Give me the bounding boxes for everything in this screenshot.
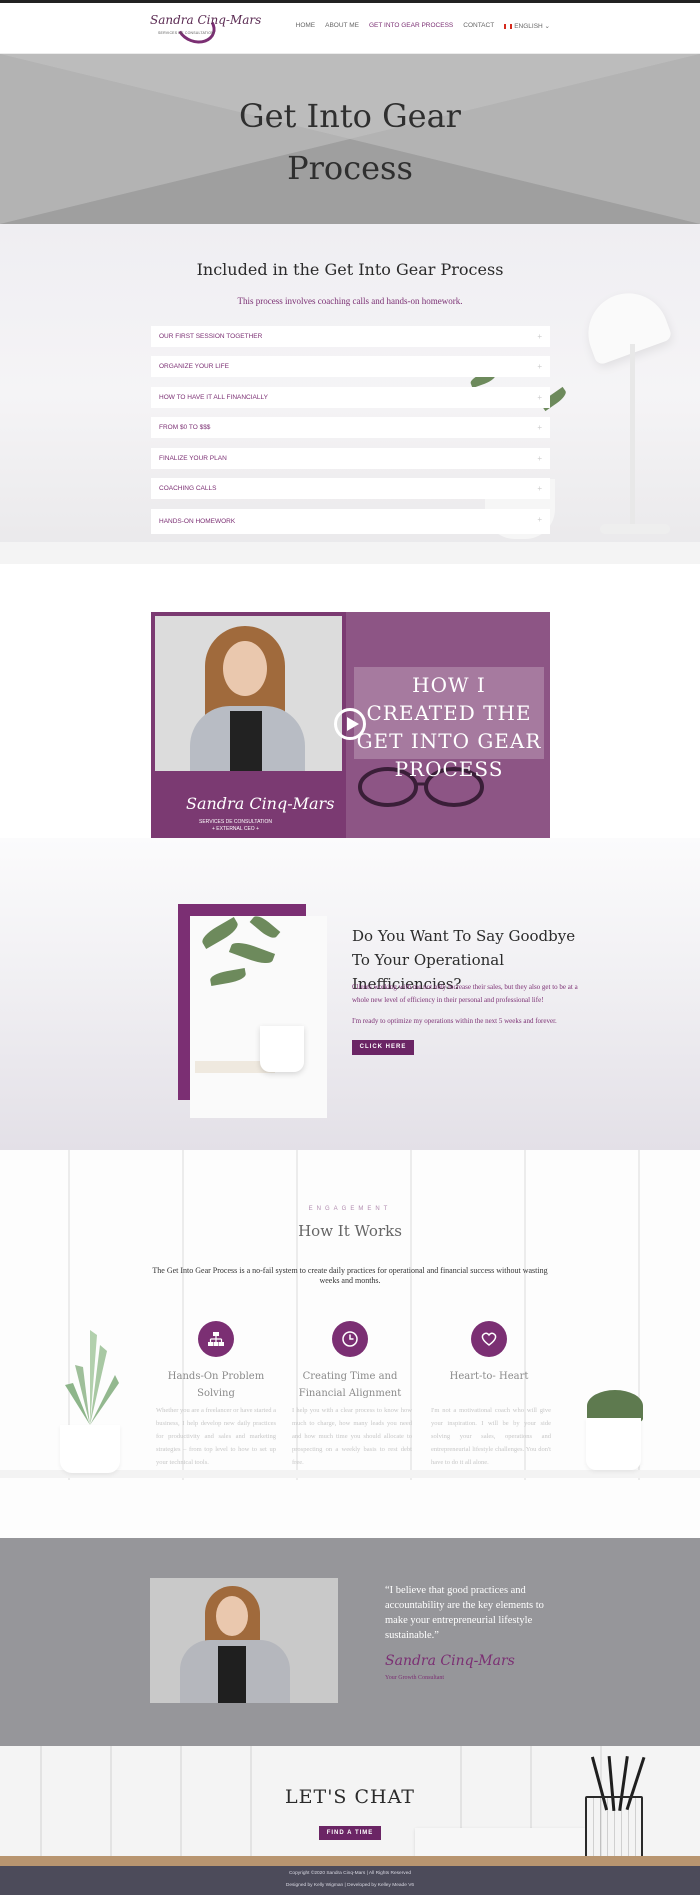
how-lead: The Get Into Gear Process is a no-fail s…	[152, 1266, 548, 1285]
nav-about[interactable]: ABOUT ME	[325, 22, 359, 30]
hero-banner: Get Into Gear Process	[0, 54, 700, 224]
clock-icon	[332, 1321, 368, 1357]
how-title: How It Works	[298, 1222, 402, 1240]
hero-title: Get Into Gear Process	[239, 97, 461, 187]
accordion-item[interactable]: FROM $0 TO $$$ +	[151, 417, 550, 438]
section-eyebrow: ENGAGEMENT	[308, 1206, 392, 1212]
play-icon[interactable]	[334, 708, 366, 740]
plus-icon: +	[537, 362, 542, 371]
goodbye-paragraph-1: Clients working with me not only increas…	[352, 983, 578, 1004]
logo-arc	[171, 5, 221, 49]
plant-pot	[60, 1425, 120, 1473]
plant-pot	[586, 1418, 641, 1470]
how-it-works-section: ENGAGEMENT How It Works The Get Into Gea…	[0, 1150, 700, 1538]
signature: Sandra Cinq-Mars	[385, 1653, 515, 1669]
accordion-label: COACHING CALLS	[159, 485, 217, 492]
site-header: Sandra Cinq-Mars SERVICES DE CONSULTATIO…	[0, 0, 700, 54]
included-section: Included in the Get Into Gear Process Th…	[0, 224, 700, 564]
find-a-time-button[interactable]: FIND A TIME	[319, 1826, 381, 1840]
plus-icon: +	[537, 393, 542, 402]
included-intro: This process involves coaching calls and…	[237, 296, 463, 306]
accordion-label: FROM $0 TO $$$	[159, 424, 211, 431]
site-logo[interactable]: Sandra Cinq-Mars SERVICES DE CONSULTATIO…	[150, 5, 261, 49]
video-brand: Sandra Cinq-Mars	[186, 794, 335, 813]
video-brand-subtitle: SERVICES DE CONSULTATION + EXTERNAL CEO +	[199, 819, 272, 832]
copyright-text: Copyright ©2020 Sandra Cinq-Mars | All R…	[288, 1871, 412, 1876]
testimonial-section: “I believe that good practices and accou…	[0, 1538, 700, 1746]
desk	[0, 542, 700, 564]
hierarchy-icon	[198, 1321, 234, 1357]
accordion-item[interactable]: HANDS-ON HOMEWORK +	[151, 509, 550, 534]
plus-icon: +	[537, 423, 542, 432]
accordion-label: FINALIZE YOUR PLAN	[159, 455, 227, 462]
video-title: HOW I CREATED THE GET INTO GEAR PROCESS	[356, 673, 542, 781]
logo-subtitle: SERVICES DE CONSULTATION	[158, 31, 214, 35]
main-nav: HOME ABOUT ME GET INTO GEAR PROCESS CONT…	[296, 22, 550, 30]
goodbye-paragraph-2: I'm ready to optimize my operations with…	[352, 1017, 557, 1025]
site-footer: Copyright ©2020 Sandra Cinq-Mars | All R…	[0, 1866, 700, 1895]
accordion-item[interactable]: FINALIZE YOUR PLAN +	[151, 448, 550, 469]
chat-section: LET'S CHAT FIND A TIME	[0, 1746, 700, 1866]
accordion-item[interactable]: ORGANIZE YOUR LIFE +	[151, 356, 550, 377]
canada-flag-icon	[504, 23, 513, 29]
plus-icon: +	[537, 332, 542, 341]
card-title: Creating Time and Financial Alignment	[298, 1371, 402, 1399]
nav-home[interactable]: HOME	[296, 22, 316, 30]
portrait-photo	[150, 1578, 338, 1703]
accordion-item[interactable]: COACHING CALLS +	[151, 478, 550, 499]
language-label: ENGLISH	[514, 23, 543, 30]
lamp-base	[600, 524, 670, 534]
desk-image	[190, 916, 327, 1118]
accordion-label: HANDS-ON HOMEWORK	[159, 518, 236, 525]
nav-get-into-gear[interactable]: GET INTO GEAR PROCESS	[369, 22, 453, 30]
top-border	[0, 0, 700, 3]
included-title: Included in the Get Into Gear Process	[196, 260, 504, 279]
goodbye-section: Do You Want To Say Goodbye To Your Opera…	[0, 838, 700, 1150]
credits-text[interactable]: Designed by Kelly Wigman | Developed by …	[0, 1883, 700, 1888]
accordion-item[interactable]: HOW TO HAVE IT ALL FINANCIALLY +	[151, 387, 550, 408]
accordion-label: OUR FIRST SESSION TOGETHER	[159, 333, 263, 340]
plus-icon: +	[537, 454, 542, 463]
card-text: Whether you are a freelancer or have sta…	[156, 1407, 276, 1466]
portrait-photo	[155, 616, 342, 771]
video-thumbnail[interactable]: Sandra Cinq-Mars SERVICES DE CONSULTATIO…	[151, 612, 550, 839]
chevron-down-icon: ⌄	[544, 23, 550, 30]
signature-role: Your Growth Consultant	[385, 1675, 445, 1681]
card-text: I help you with a clear process to know …	[292, 1407, 412, 1466]
plus-icon: +	[537, 484, 542, 493]
card-title: Hands-On Problem Solving	[167, 1371, 265, 1399]
card-text: I'm not a motivational coach who will gi…	[431, 1407, 551, 1466]
nav-contact[interactable]: CONTACT	[463, 22, 494, 30]
card-title: Heart-to- Heart	[449, 1371, 529, 1382]
accordion-label: ORGANIZE YOUR LIFE	[159, 363, 229, 370]
click-here-button[interactable]: CLICK HERE	[352, 1040, 414, 1055]
logo-script: Sandra Cinq-Mars	[150, 13, 262, 27]
lamp-image	[577, 282, 673, 366]
nav-language[interactable]: ENGLISH ⌄	[504, 22, 550, 30]
plus-icon: +	[537, 515, 542, 524]
lamp-pole	[630, 344, 635, 524]
quote-text: “I believe that good practices and accou…	[385, 1585, 544, 1641]
accordion-item[interactable]: OUR FIRST SESSION TOGETHER +	[151, 326, 550, 347]
succulent-image	[65, 1330, 119, 1425]
accordion-label: HOW TO HAVE IT ALL FINANCIALLY	[159, 394, 268, 401]
heart-icon	[471, 1321, 507, 1357]
chat-title: LET'S CHAT	[285, 1786, 415, 1808]
wood-table	[0, 1856, 700, 1866]
